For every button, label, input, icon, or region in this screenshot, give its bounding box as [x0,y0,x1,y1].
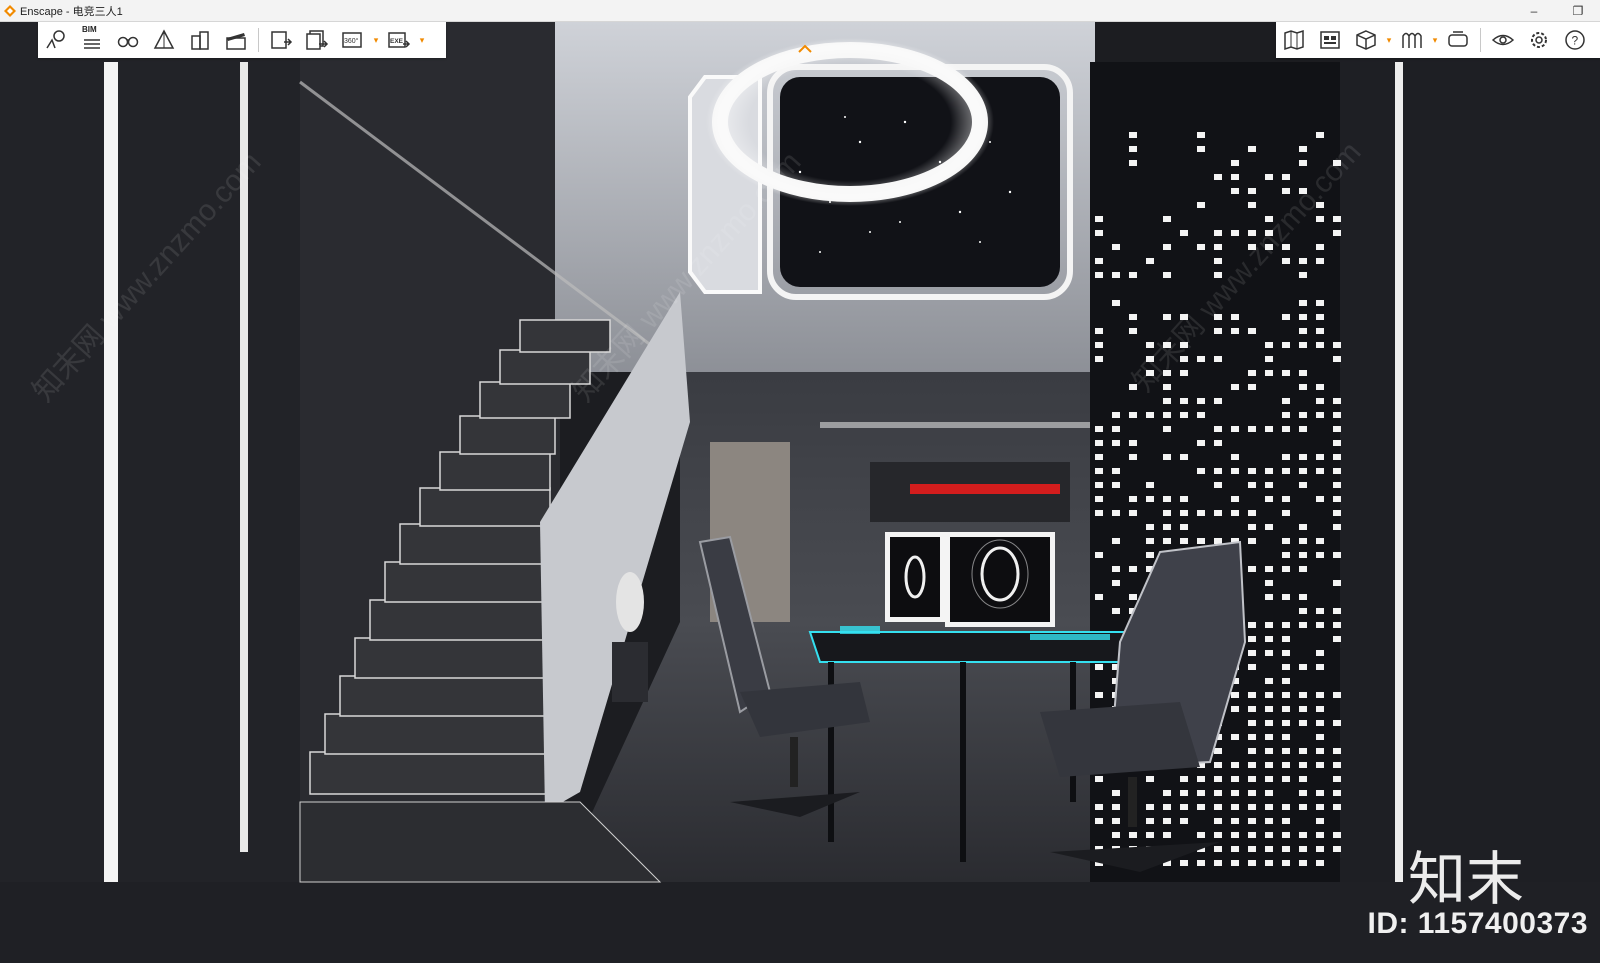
asset-library-button[interactable] [1312,22,1348,58]
map-pin-button[interactable] [38,22,74,58]
export-exe-icon: EXE [388,32,411,48]
map-icon [1284,29,1304,51]
cube-dropdown-arrow[interactable]: ▾ [1384,22,1394,58]
watermark-logo: 知末 [1408,845,1525,913]
bim-button[interactable]: BIM [74,22,110,58]
eye-button[interactable] [1485,22,1521,58]
vr-headset-button[interactable] [1440,22,1476,58]
export-image-icon [271,31,293,49]
batch-export-button[interactable] [299,22,335,58]
export-image-button[interactable] [263,22,299,58]
views-dropdown-arrow[interactable]: ▾ [1430,22,1440,58]
bim-label: BIM [82,25,97,34]
binoculars-button[interactable] [110,22,146,58]
clapperboard-button[interactable] [218,22,254,58]
toolbar-left: BIM 360° ▾ EXE ▾ [38,22,446,58]
window-title-bar: Enscape - 电竞三人1 – ❐ [0,0,1600,22]
restore-button[interactable]: ❐ [1556,0,1600,21]
collapse-toolbar-button[interactable] [789,40,821,58]
toolbar-separator [258,28,259,52]
eye-icon [1491,34,1515,46]
views-button[interactable] [1394,22,1430,58]
panorama-360-icon: 360° [342,32,362,48]
minimize-button[interactable]: – [1512,0,1556,21]
exe-dropdown-arrow[interactable]: ▾ [417,22,427,58]
house-icon [153,29,175,49]
panorama-360-button[interactable]: 360° [335,22,371,58]
export-exe-button[interactable]: EXE [381,22,417,58]
vr-headset-icon [1448,31,1468,47]
settings-button[interactable] [1521,22,1557,58]
house-button[interactable] [146,22,182,58]
buildings-button[interactable] [182,22,218,58]
toolbar-separator [1480,28,1481,52]
enscape-logo-icon [4,4,16,17]
panorama-label: 360° [344,37,359,45]
help-button[interactable]: ? [1557,22,1593,58]
chevron-up-icon [798,44,812,53]
asset-library-icon [1320,31,1340,49]
batch-export-icon [306,30,329,50]
watermark-id: ID: 1157400373 [1367,907,1588,940]
views-icon [1402,32,1422,48]
cube-button[interactable] [1348,22,1384,58]
cube-icon [1356,30,1376,50]
help-icon: ? [1565,30,1585,50]
map-pin-icon [46,30,65,49]
binoculars-icon [117,36,139,48]
exe-label: EXE [390,38,404,45]
settings-icon [1531,32,1547,48]
clapperboard-icon [226,33,246,50]
help-label: ? [1572,34,1579,48]
map-button[interactable] [1276,22,1312,58]
window-title: Enscape - 电竞三人1 [20,5,123,18]
toolbar-right: ▾ ▾ ? [1276,22,1600,58]
buildings-icon [191,31,209,50]
panorama-dropdown-arrow[interactable]: ▾ [371,22,381,58]
